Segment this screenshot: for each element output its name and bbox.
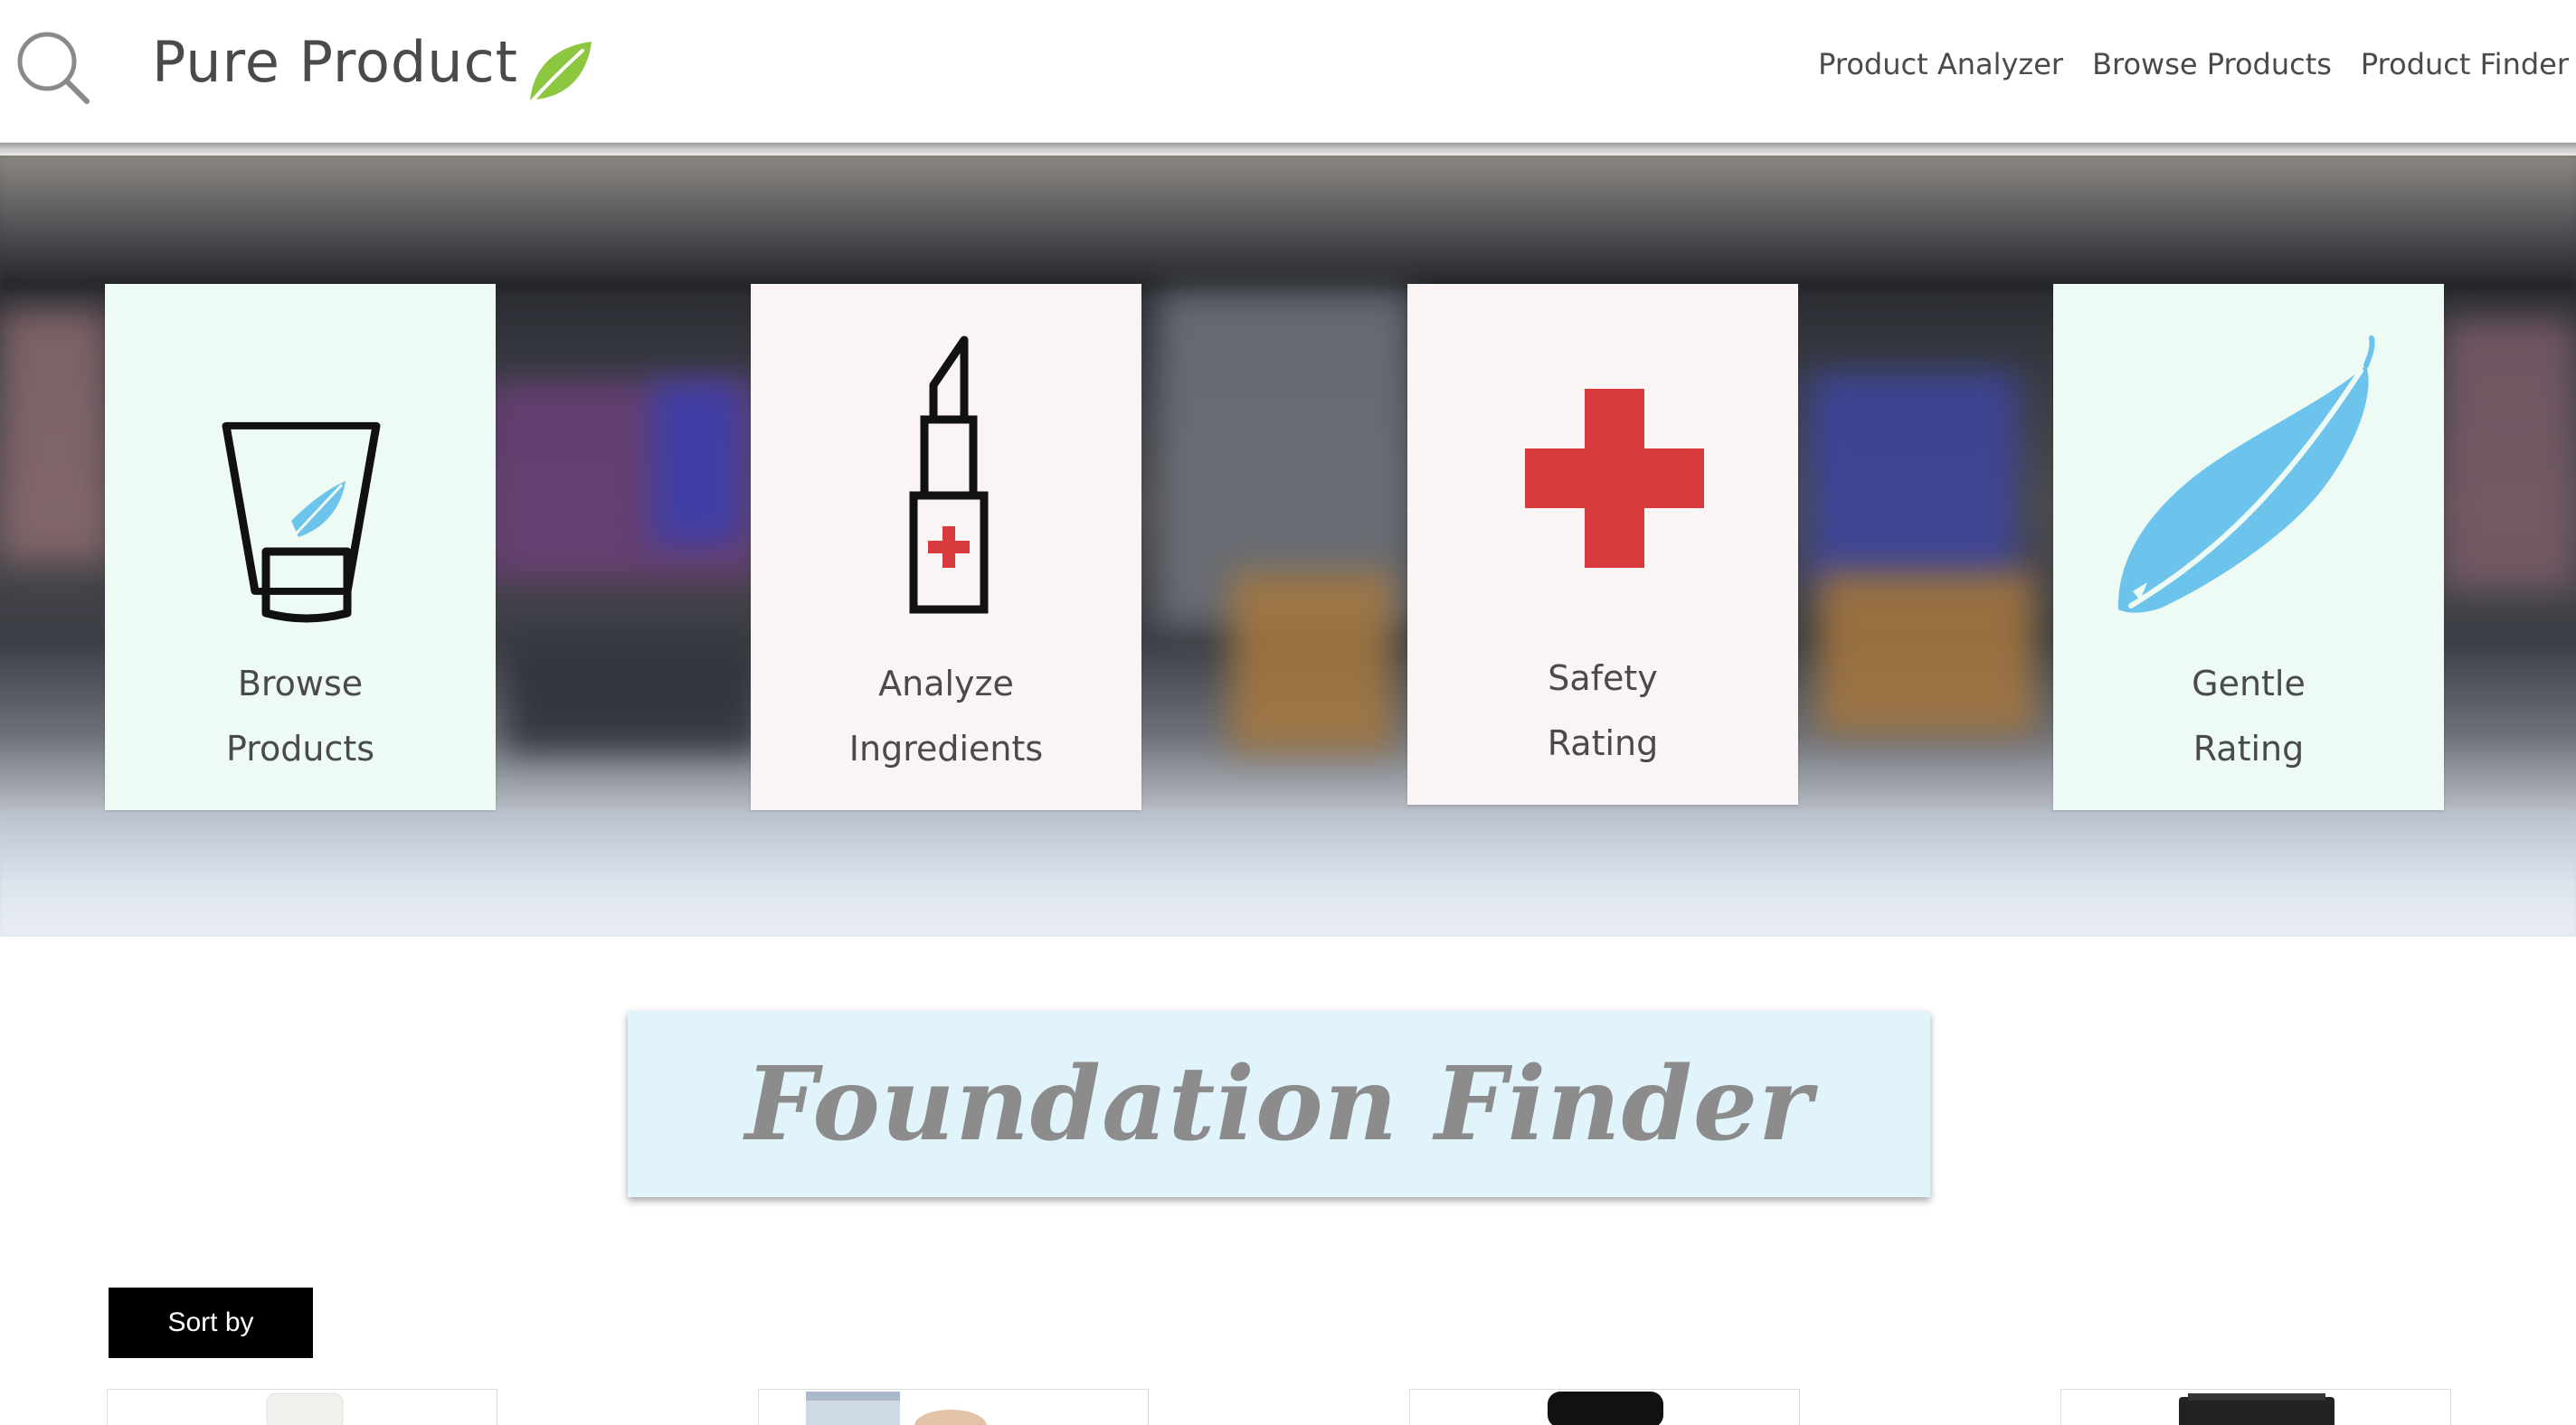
card-label-line1: Gentle <box>2192 664 2306 703</box>
hero-banner: Browse Products Analyze Ingredients Safe… <box>0 156 2576 937</box>
red-cross-icon <box>1525 389 1704 568</box>
product-card[interactable] <box>758 1389 1149 1425</box>
hero-background-ceiling <box>0 156 2576 291</box>
top-nav-bar: Pure Product Product Analyzer Browse Pro… <box>0 0 2576 143</box>
page-title: Foundation Finder <box>744 1044 1814 1164</box>
hero-background-shape <box>1818 571 2035 734</box>
hero-background-shape <box>507 644 760 752</box>
product-card[interactable] <box>107 1389 497 1425</box>
main-nav: Product Analyzer Browse Products Product… <box>1818 47 2569 81</box>
hero-background-shape <box>0 309 109 562</box>
nav-browse-products[interactable]: Browse Products <box>2092 47 2332 81</box>
hero-background-shape <box>2442 318 2576 590</box>
analyze-ingredients-card[interactable]: Analyze Ingredients <box>751 284 1141 810</box>
product-image <box>1548 1392 1663 1425</box>
browse-products-card[interactable]: Browse Products <box>105 284 496 810</box>
card-label-line2: Rating <box>2192 729 2305 769</box>
header-divider <box>0 143 2576 156</box>
search-icon[interactable] <box>7 25 94 107</box>
card-label-line1: Browse <box>237 664 364 703</box>
card-label-line2: Products <box>225 729 375 769</box>
product-card[interactable] <box>2060 1389 2451 1425</box>
safety-rating-card[interactable]: Safety Rating <box>1407 284 1798 805</box>
hero-background-shape <box>651 382 742 544</box>
card-label-line2: Ingredients <box>848 729 1044 769</box>
nav-product-analyzer[interactable]: Product Analyzer <box>1818 47 2063 81</box>
foundation-finder-banner: Foundation Finder <box>628 1011 1930 1197</box>
tube-with-feather-icon <box>222 421 381 623</box>
product-image <box>806 1392 987 1425</box>
hero-background-shape <box>1809 373 2017 590</box>
card-label-line1: Safety <box>1548 658 1658 698</box>
nav-product-finder[interactable]: Product Finder <box>2361 47 2569 81</box>
product-card[interactable] <box>1409 1389 1800 1425</box>
product-image <box>266 1392 344 1425</box>
hero-background-floor <box>0 810 2576 937</box>
brand-title[interactable]: Pure Product <box>152 29 518 95</box>
feather-icon <box>2117 335 2375 613</box>
lipstick-with-cross-icon <box>909 335 989 614</box>
card-label-line1: Analyze <box>878 664 1014 703</box>
hero-background-shape <box>1230 571 1393 752</box>
leaf-logo-icon <box>530 42 592 103</box>
sort-by-button[interactable]: Sort by <box>109 1288 313 1358</box>
gentle-rating-card[interactable]: Gentle Rating <box>2053 284 2444 810</box>
card-label-line2: Rating <box>1547 723 1659 763</box>
product-image <box>2179 1393 2334 1425</box>
